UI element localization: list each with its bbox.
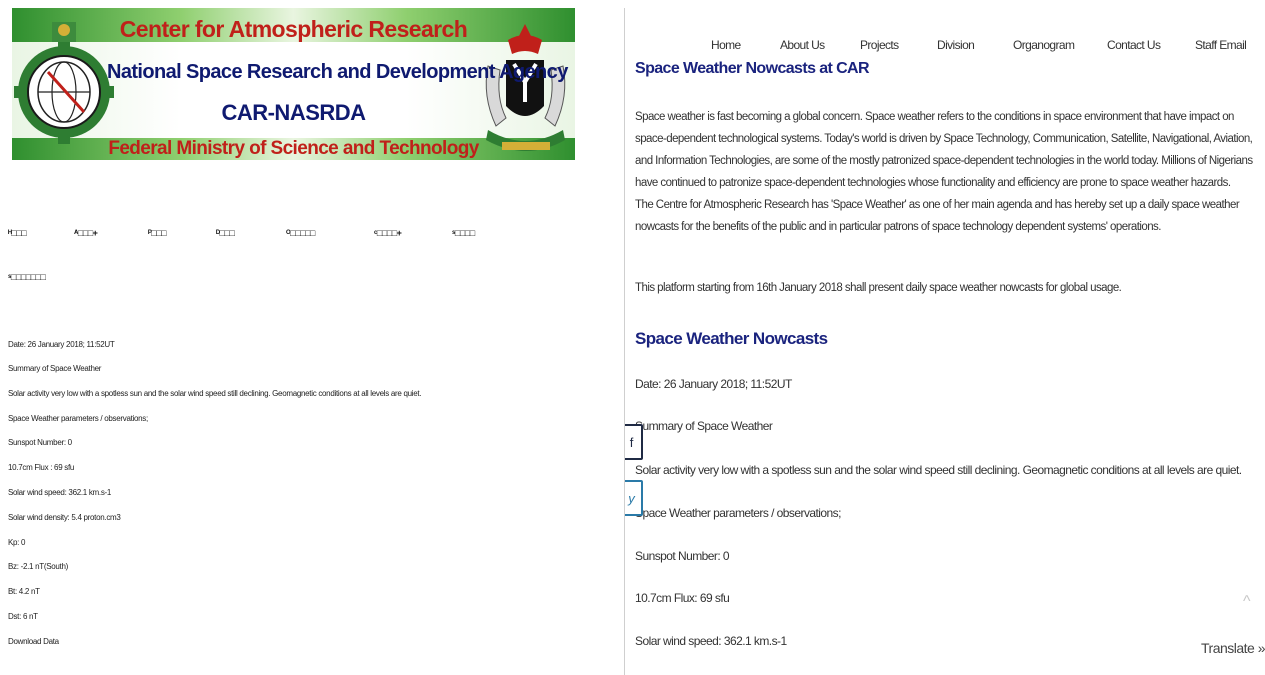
left-bz: Bz: -2.1 nT(South) [8, 562, 68, 571]
left-sunspot: Sunspot Number: 0 [8, 438, 72, 447]
left-date: Date: 26 January 2018; 11:52UT [8, 340, 115, 349]
summary-text: Solar activity very low with a spotless … [635, 463, 1242, 477]
left-nav-item-staff-email[interactable]: ˢ□□□□ [452, 228, 475, 238]
left-nav-item-contact[interactable]: ᶜ□□□□+ [374, 228, 402, 238]
banner-title-nasrda: National Space Research and Development … [107, 61, 568, 83]
left-dst: Dst: 6 nT [8, 612, 38, 621]
left-kp: Kp: 0 [8, 538, 26, 547]
params-label: Space Weather parameters / observations; [635, 506, 841, 520]
nowcast-date: Date: 26 January 2018; 11:52UT [635, 377, 792, 391]
nav-item-home[interactable]: Home [711, 38, 741, 52]
translate-button[interactable]: Translate » [1201, 640, 1265, 656]
nav-item-division[interactable]: Division [937, 38, 975, 52]
main-nav-bar: Home About Us Projects Division Organogr… [625, 38, 1265, 54]
left-nav-item-second-row[interactable]: ˢ□□□□□□□ [8, 272, 46, 282]
nav-item-staff-email[interactable]: Staff Email [1195, 38, 1247, 52]
header-banner: Center for Atmospheric Research National… [12, 8, 575, 160]
left-wind-speed: Solar wind speed: 362.1 km.s-1 [8, 488, 112, 497]
nav-item-projects[interactable]: Projects [860, 38, 899, 52]
twitter-share-button[interactable]: y [625, 480, 643, 516]
nowcasts-heading: Space Weather Nowcasts [635, 329, 828, 348]
agenda-paragraph: The Centre for Atmospheric Research has … [635, 199, 1240, 233]
right-panel: Home About Us Projects Division Organogr… [624, 8, 1265, 675]
left-wind-density: Solar wind density: 5.4 proton.cm3 [8, 513, 121, 522]
nav-item-organogram[interactable]: Organogram [1013, 38, 1075, 52]
intro-paragraph: Space weather is fast becoming a global … [635, 111, 1253, 189]
twitter-icon: y [628, 490, 635, 506]
scroll-to-top-icon[interactable]: ^ [1243, 593, 1251, 611]
left-summary-label: Summary of Space Weather [8, 364, 102, 373]
left-params-label: Space Weather parameters / observations; [8, 414, 148, 423]
summary-label: Summary of Space Weather [635, 419, 773, 433]
sunspot-number: Sunspot Number: 0 [635, 549, 730, 563]
flux-value: 10.7cm Flux: 69 sfu [635, 591, 730, 605]
left-nav-item-about[interactable]: ᴬ□□□+ [74, 228, 98, 238]
nav-item-about-us[interactable]: About Us [780, 38, 825, 52]
left-nav-item-division[interactable]: ᴰ□□□ [216, 228, 235, 238]
wind-speed-value: Solar wind speed: 362.1 km.s-1 [635, 634, 787, 648]
left-flux: 10.7cm Flux : 69 sfu [8, 463, 75, 472]
left-panel: Center for Atmospheric Research National… [0, 0, 600, 675]
banner-title-ministry: Federal Ministry of Science and Technolo… [108, 138, 479, 159]
banner-title-acronym: CAR-NASRDA [221, 100, 366, 125]
nav-item-contact-us[interactable]: Contact Us [1107, 38, 1161, 52]
platform-paragraph: This platform starting from 16th January… [635, 282, 1122, 294]
download-data-link[interactable]: Download Data [8, 637, 59, 646]
page-title: Space Weather Nowcasts at CAR [635, 60, 870, 77]
left-nav-item-organogram[interactable]: ᴼ□□□□□ [286, 228, 315, 238]
facebook-share-button[interactable]: f [625, 424, 643, 460]
left-nav-item-projects[interactable]: ᴾ□□□ [148, 228, 167, 238]
banner-title-car: Center for Atmospheric Research [119, 16, 468, 42]
facebook-icon: f [629, 434, 634, 450]
left-nav-item-home[interactable]: ᴴ□□□ [8, 228, 27, 238]
left-summary-text: Solar activity very low with a spotless … [8, 389, 422, 398]
left-bt: Bt: 4.2 nT [8, 587, 40, 596]
